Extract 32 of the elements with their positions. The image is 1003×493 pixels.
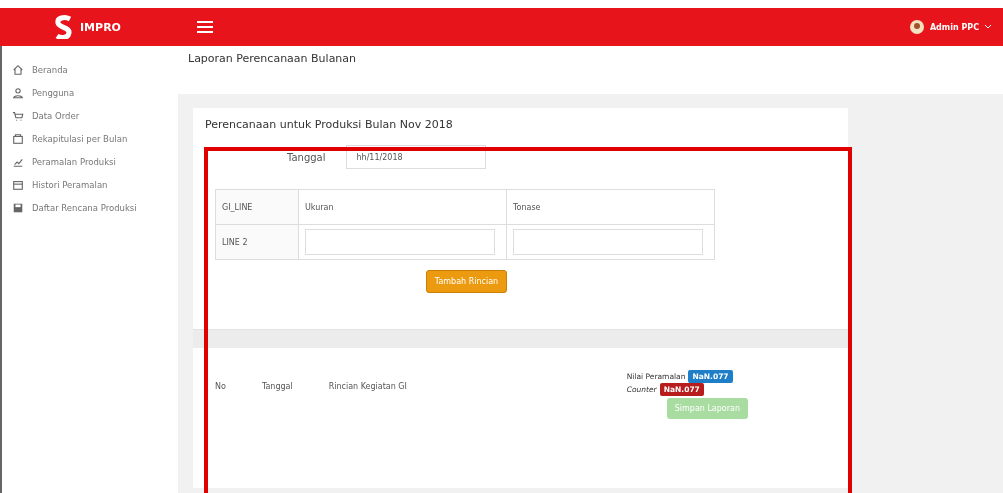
caret-icon[interactable] [985,25,991,29]
column-header: GI_LINE [215,189,299,225]
home-icon [12,63,24,76]
field-label: Tanggal [287,151,326,163]
save-icon [12,201,24,214]
table-cell: LINE 2 [215,224,299,260]
user-menu[interactable]: Admin PPC [929,22,979,32]
column-header: Tonase [506,189,715,225]
sidebar-item[interactable]: Histori Peramalan [32,179,108,190]
sidebar-item[interactable]: Daftar Rencana Produksi [32,202,137,213]
sidebar-item[interactable]: Data Order [32,110,80,121]
menu-icon[interactable] [197,21,213,33]
page-title: Laporan Perencanaan Bulanan [178,46,1003,94]
calendar-icon [12,178,24,191]
brand-name: IMPRO [80,20,121,34]
sidebar-item[interactable]: Peramalan Produksi [32,156,116,167]
column-header: Tanggal [261,382,293,391]
logo-icon [54,15,75,39]
avatar-icon [909,20,924,34]
folder-icon [12,132,24,145]
column-header: Rincian Kegiatan GI [328,382,407,391]
cart-icon [12,109,24,122]
column-header: No [215,382,226,391]
input-field[interactable] [305,229,495,255]
date-field[interactable]: hh/11/2018 [345,145,486,169]
sidebar-item[interactable]: Beranda [32,64,68,75]
card-title: Perencanaan untuk Produksi Bulan Nov 2018 [205,118,454,131]
sidebar-item[interactable]: Rekapitulasi per Bulan [32,133,128,144]
column-header: Ukuran [298,189,507,225]
sidebar-item[interactable]: Pengguna [32,87,75,98]
user-icon [12,86,24,99]
input-field[interactable] [513,229,703,255]
